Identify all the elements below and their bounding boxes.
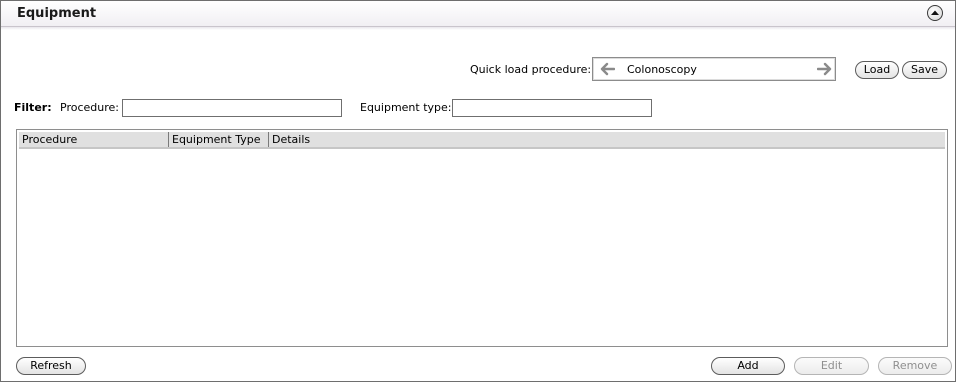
add-button[interactable]: Add <box>711 357 785 375</box>
procedure-filter-label: Procedure: <box>60 101 119 114</box>
chevron-up-circle-icon[interactable] <box>927 5 943 21</box>
filter-label: Filter: <box>14 101 52 114</box>
grid-header: Procedure Equipment Type Details <box>19 132 945 149</box>
panel-title: Equipment <box>17 6 97 21</box>
column-header-equipment-type[interactable]: Equipment Type <box>169 132 269 147</box>
panel-header: Equipment <box>1 1 955 27</box>
save-button[interactable]: Save <box>902 61 947 79</box>
equipment-grid: Procedure Equipment Type Details <box>16 129 948 347</box>
arrow-right-icon[interactable] <box>816 62 833 76</box>
header-divider <box>1 27 955 30</box>
column-header-details[interactable]: Details <box>269 132 945 147</box>
equipment-type-filter-input[interactable] <box>452 99 652 117</box>
column-header-procedure[interactable]: Procedure <box>19 132 169 147</box>
procedure-filter-input[interactable] <box>122 99 342 117</box>
edit-button[interactable]: Edit <box>794 357 869 375</box>
refresh-button[interactable]: Refresh <box>16 357 86 375</box>
arrow-left-icon[interactable] <box>599 62 616 76</box>
equipment-type-filter-label: Equipment type: <box>360 101 452 114</box>
quick-load-selector[interactable]: Colonoscopy <box>592 57 836 81</box>
remove-button[interactable]: Remove <box>878 357 952 375</box>
load-button[interactable]: Load <box>855 61 899 79</box>
quick-load-value: Colonoscopy <box>627 63 697 76</box>
quick-load-label: Quick load procedure: <box>470 63 592 76</box>
